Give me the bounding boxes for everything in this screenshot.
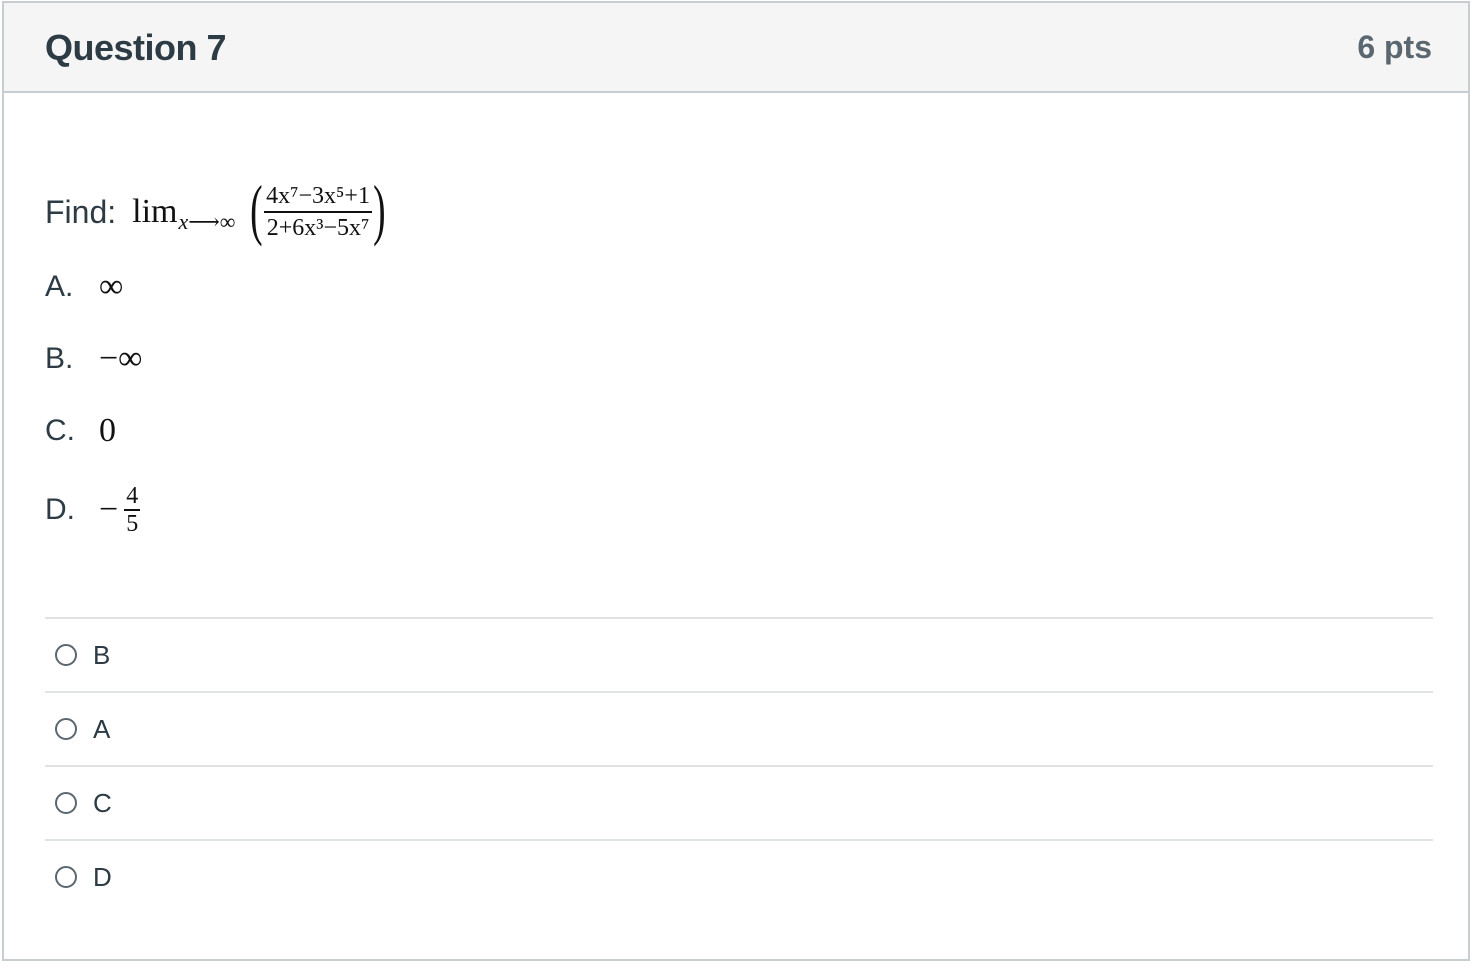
limit-fraction: 4x⁷−3x⁵+1 2+6x³−5x⁷ [264,181,372,243]
radio-button[interactable] [55,792,77,814]
answer-choice-a[interactable]: A [45,691,1433,765]
option-c: C. 0 [45,412,116,450]
option-fraction-numerator: 4 [126,483,139,509]
find-label: Find: [45,193,117,230]
question-title: Question 7 [45,27,227,68]
option-letter: A. [45,270,74,303]
answer-label[interactable]: D [93,862,112,893]
answer-label[interactable]: C [93,788,112,819]
lim-arrow-infinity: ⟶∞ [188,209,236,234]
close-paren: ) [373,171,386,247]
radio-button[interactable] [55,718,77,740]
option-fraction-denominator: 5 [126,510,139,537]
question-body: Find: lim x⟶∞ ( 4x⁷−3x⁵+1 2+6x³−5x⁷ ) A.… [4,93,1468,959]
lim-variable: x [178,209,189,234]
lim-operator: lim [132,193,178,230]
option-b: B. −∞ [45,340,142,378]
answer-label[interactable]: A [93,714,110,745]
option-letter: B. [45,342,74,375]
option-value: −∞ [99,340,143,377]
option-fraction: 4 5 [124,483,141,537]
answer-choice-b[interactable]: B [45,617,1433,691]
answer-choice-d[interactable]: D [45,839,1433,913]
question-prompt: Find: lim x⟶∞ ( 4x⁷−3x⁵+1 2+6x³−5x⁷ ) [45,171,391,248]
option-sign: − [99,490,119,528]
option-value: ∞ [99,268,124,305]
question-card: Question 7 6 pts Find: lim x⟶∞ ( 4x⁷−3x⁵… [2,1,1470,961]
question-points: 6 pts [1357,29,1432,65]
option-letter: C. [45,414,75,447]
fraction-denominator: 2+6x³−5x⁷ [266,214,370,241]
lim-subscript: x⟶∞ [178,209,235,235]
answer-label[interactable]: B [93,640,110,671]
option-d: D. − 4 5 [45,483,141,537]
question-header: Question 7 6 pts [4,3,1468,93]
open-paren: ( [250,171,264,247]
option-a: A. ∞ [45,268,123,306]
option-letter: D. [45,492,75,526]
option-value: 0 [99,412,116,449]
answer-list: B A C D [45,617,1433,913]
fraction-numerator: 4x⁷−3x⁵+1 [266,183,370,210]
radio-button[interactable] [55,866,77,888]
radio-button[interactable] [55,644,77,666]
answer-choice-c[interactable]: C [45,765,1433,839]
